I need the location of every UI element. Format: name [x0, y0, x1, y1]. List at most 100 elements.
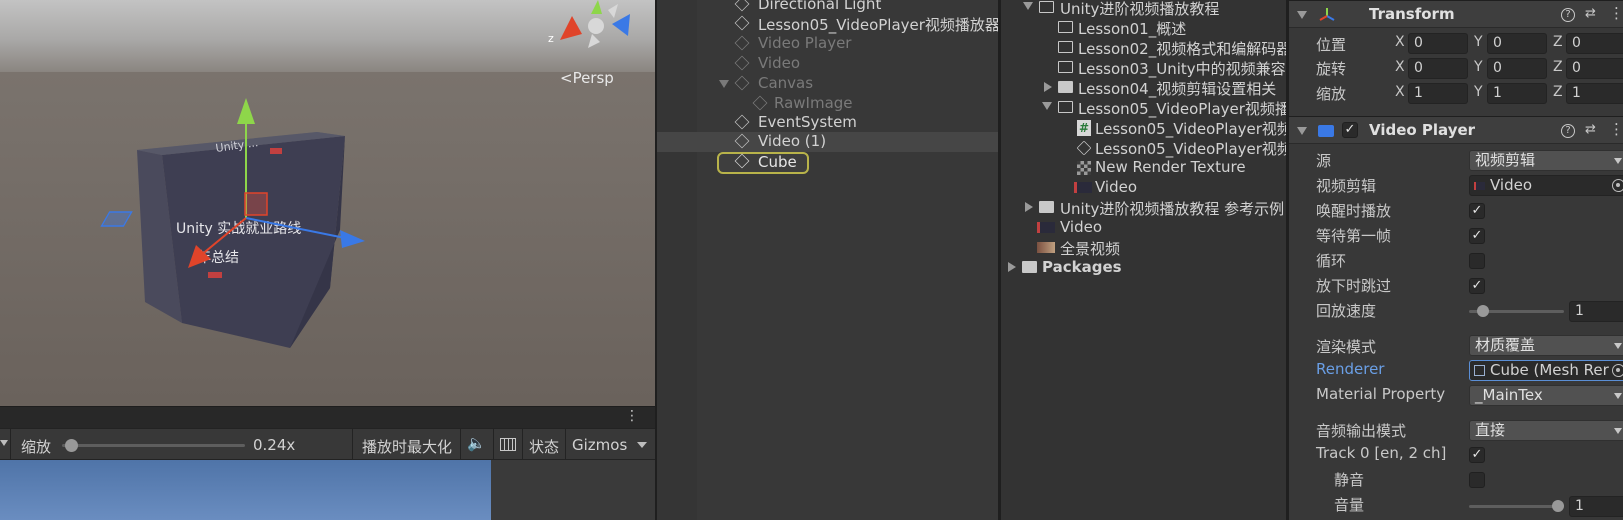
- scale-x-field[interactable]: 1: [1408, 83, 1468, 104]
- collapse-arrow-icon[interactable]: [1044, 82, 1052, 92]
- skip-on-drop-label: 放下时跳过: [1316, 277, 1392, 295]
- position-z-field[interactable]: 0: [1566, 33, 1623, 54]
- rotation-z-field[interactable]: 0: [1566, 58, 1623, 79]
- help-icon[interactable]: ?: [1561, 8, 1575, 22]
- play-on-awake-checkbox[interactable]: ✓: [1469, 203, 1485, 219]
- video-clip-field[interactable]: Video: [1469, 175, 1623, 196]
- xy-plane-handle[interactable]: [244, 192, 268, 216]
- transform-icon: [1319, 7, 1335, 23]
- track-enabled-checkbox[interactable]: ✓: [1469, 447, 1485, 463]
- object-picker-icon[interactable]: [1612, 364, 1623, 377]
- scale-z-field[interactable]: 1: [1566, 83, 1623, 104]
- foldout-arrow-icon[interactable]: [1297, 127, 1307, 135]
- component-enabled-checkbox[interactable]: ✓: [1342, 122, 1358, 138]
- playback-speed-slider[interactable]: [1469, 305, 1564, 317]
- loop-checkbox[interactable]: [1469, 253, 1485, 269]
- source-dropdown[interactable]: 视频剪辑: [1469, 150, 1623, 171]
- zoom-slider[interactable]: [62, 439, 245, 452]
- project-item-video-clip[interactable]: Video: [1001, 178, 1286, 198]
- position-x-field[interactable]: 0: [1408, 33, 1468, 54]
- scale-y-field[interactable]: 1: [1487, 83, 1547, 104]
- render-mode-label: 渲染模式: [1316, 338, 1377, 356]
- hierarchy-item-canvas[interactable]: Canvas: [657, 74, 998, 94]
- playback-speed-field[interactable]: 1: [1569, 301, 1623, 322]
- y-axis-label[interactable]: Y: [1474, 59, 1483, 75]
- position-y-field[interactable]: 0: [1487, 33, 1547, 54]
- hierarchy-item-rawimage[interactable]: RawImage: [657, 94, 998, 114]
- collapse-arrow-icon[interactable]: [1025, 202, 1033, 212]
- project-item-label: Lesson01_概述: [1078, 20, 1187, 38]
- y-axis-label[interactable]: Y: [1474, 34, 1483, 50]
- video-player-header[interactable]: ✓ Video Player ? ⇄ ⋮: [1289, 116, 1623, 144]
- expand-arrow-icon[interactable]: [1042, 102, 1052, 110]
- help-icon[interactable]: ?: [1561, 124, 1575, 138]
- folder-icon: [1058, 61, 1073, 73]
- project-folder-unity-root[interactable]: Unity进阶视频播放教程: [1001, 0, 1286, 18]
- component-menu-icon[interactable]: ⋮: [1609, 120, 1623, 138]
- hierarchy-item-directional-light[interactable]: Directional Light: [657, 0, 998, 15]
- project-item-lesson05-scene[interactable]: Lesson05_VideoPlayer视频: [1001, 138, 1286, 158]
- stats-button[interactable]: 状态: [529, 436, 559, 457]
- project-folder-lesson02[interactable]: Lesson02_视频格式和编解码器: [1001, 38, 1286, 58]
- stats-grid-icon[interactable]: [500, 438, 516, 451]
- volume-knob[interactable]: [1552, 500, 1564, 512]
- gizmos-dropdown-icon[interactable]: [637, 442, 647, 448]
- scene-viewport[interactable]: Unity 实战就业路线 年总结 Unity ... z <Persp: [0, 0, 655, 406]
- audio-output-dropdown[interactable]: 直接: [1469, 420, 1623, 441]
- caret-down-icon: [1614, 158, 1622, 164]
- expand-arrow-icon[interactable]: [719, 80, 729, 88]
- wait-first-frame-checkbox[interactable]: ✓: [1469, 228, 1485, 244]
- foldout-arrow-icon[interactable]: [1297, 11, 1307, 19]
- hierarchy-item-lesson05[interactable]: Lesson05_VideoPlayer视频播放器: [657, 14, 998, 34]
- collapse-arrow-icon[interactable]: [1008, 262, 1016, 272]
- project-item-panorama-video[interactable]: 全景视频: [1001, 238, 1286, 258]
- project-folder-reference-examples[interactable]: Unity进阶视频播放教程 参考示例: [1001, 198, 1286, 218]
- mute-checkbox[interactable]: [1469, 472, 1485, 488]
- volume-field[interactable]: 1: [1569, 496, 1623, 517]
- component-menu-icon[interactable]: ⋮: [1609, 4, 1623, 22]
- transform-header[interactable]: Transform ? ⇄ ⋮: [1289, 0, 1623, 28]
- x-axis-label[interactable]: X: [1395, 34, 1405, 50]
- material-property-dropdown[interactable]: _MainTex: [1469, 385, 1623, 406]
- mute-label: 静音: [1334, 471, 1365, 489]
- hierarchy-item-cube[interactable]: Cube: [657, 152, 998, 174]
- project-item-video[interactable]: Video: [1001, 218, 1286, 238]
- rotation-y-field[interactable]: 0: [1487, 58, 1547, 79]
- hierarchy-item-label: Lesson05_VideoPlayer视频播放器: [758, 16, 998, 34]
- playback-speed-knob[interactable]: [1477, 305, 1490, 317]
- mute-audio-icon[interactable]: 🔈: [467, 434, 486, 452]
- project-folder-lesson01[interactable]: Lesson01_概述: [1001, 18, 1286, 38]
- hierarchy-item-video-1[interactable]: Video (1): [657, 132, 998, 152]
- project-folder-packages[interactable]: Packages: [1001, 258, 1286, 278]
- hierarchy-item-video[interactable]: Video: [657, 54, 998, 74]
- renderer-field[interactable]: Cube (Mesh Rer: [1469, 360, 1623, 381]
- project-folder-lesson04[interactable]: Lesson04_视频剪辑设置相关: [1001, 78, 1286, 98]
- object-picker-icon[interactable]: [1612, 179, 1623, 192]
- x-axis-label[interactable]: X: [1395, 59, 1405, 75]
- hierarchy-item-video-player[interactable]: Video Player: [657, 34, 998, 54]
- preset-icon[interactable]: ⇄: [1585, 6, 1596, 21]
- project-folder-lesson05[interactable]: Lesson05_VideoPlayer视频播: [1001, 98, 1286, 118]
- project-item-render-texture[interactable]: New Render Texture: [1001, 158, 1286, 178]
- maximize-on-play-button[interactable]: 播放时最大化: [362, 436, 452, 457]
- project-item-lesson05-script[interactable]: # Lesson05_VideoPlayer视频: [1001, 118, 1286, 138]
- render-mode-dropdown[interactable]: 材质覆盖: [1469, 335, 1623, 356]
- gizmos-button[interactable]: Gizmos: [572, 436, 627, 454]
- project-folder-lesson03[interactable]: Lesson03_Unity中的视频兼容性: [1001, 58, 1286, 78]
- preset-icon[interactable]: ⇄: [1585, 122, 1596, 137]
- y-axis-label[interactable]: Y: [1474, 84, 1483, 100]
- volume-slider[interactable]: [1469, 500, 1564, 512]
- hierarchy-item-eventsystem[interactable]: EventSystem: [657, 113, 998, 133]
- z-axis-label[interactable]: Z: [1553, 59, 1563, 75]
- dropdown-caret-icon[interactable]: [0, 440, 8, 446]
- skip-on-drop-checkbox[interactable]: ✓: [1469, 278, 1485, 294]
- zoom-slider-knob[interactable]: [65, 439, 79, 452]
- kebab-menu-icon[interactable]: ⋮: [625, 408, 639, 424]
- scene-canvas[interactable]: Unity 实战就业路线 年总结 Unity ... z <Persp: [0, 0, 655, 406]
- z-axis-label[interactable]: Z: [1553, 34, 1563, 50]
- x-axis-label[interactable]: X: [1395, 84, 1405, 100]
- expand-arrow-icon[interactable]: [1023, 2, 1033, 10]
- persp-label[interactable]: <Persp: [560, 69, 614, 87]
- rotation-x-field[interactable]: 0: [1408, 58, 1468, 79]
- z-axis-label[interactable]: Z: [1553, 84, 1563, 100]
